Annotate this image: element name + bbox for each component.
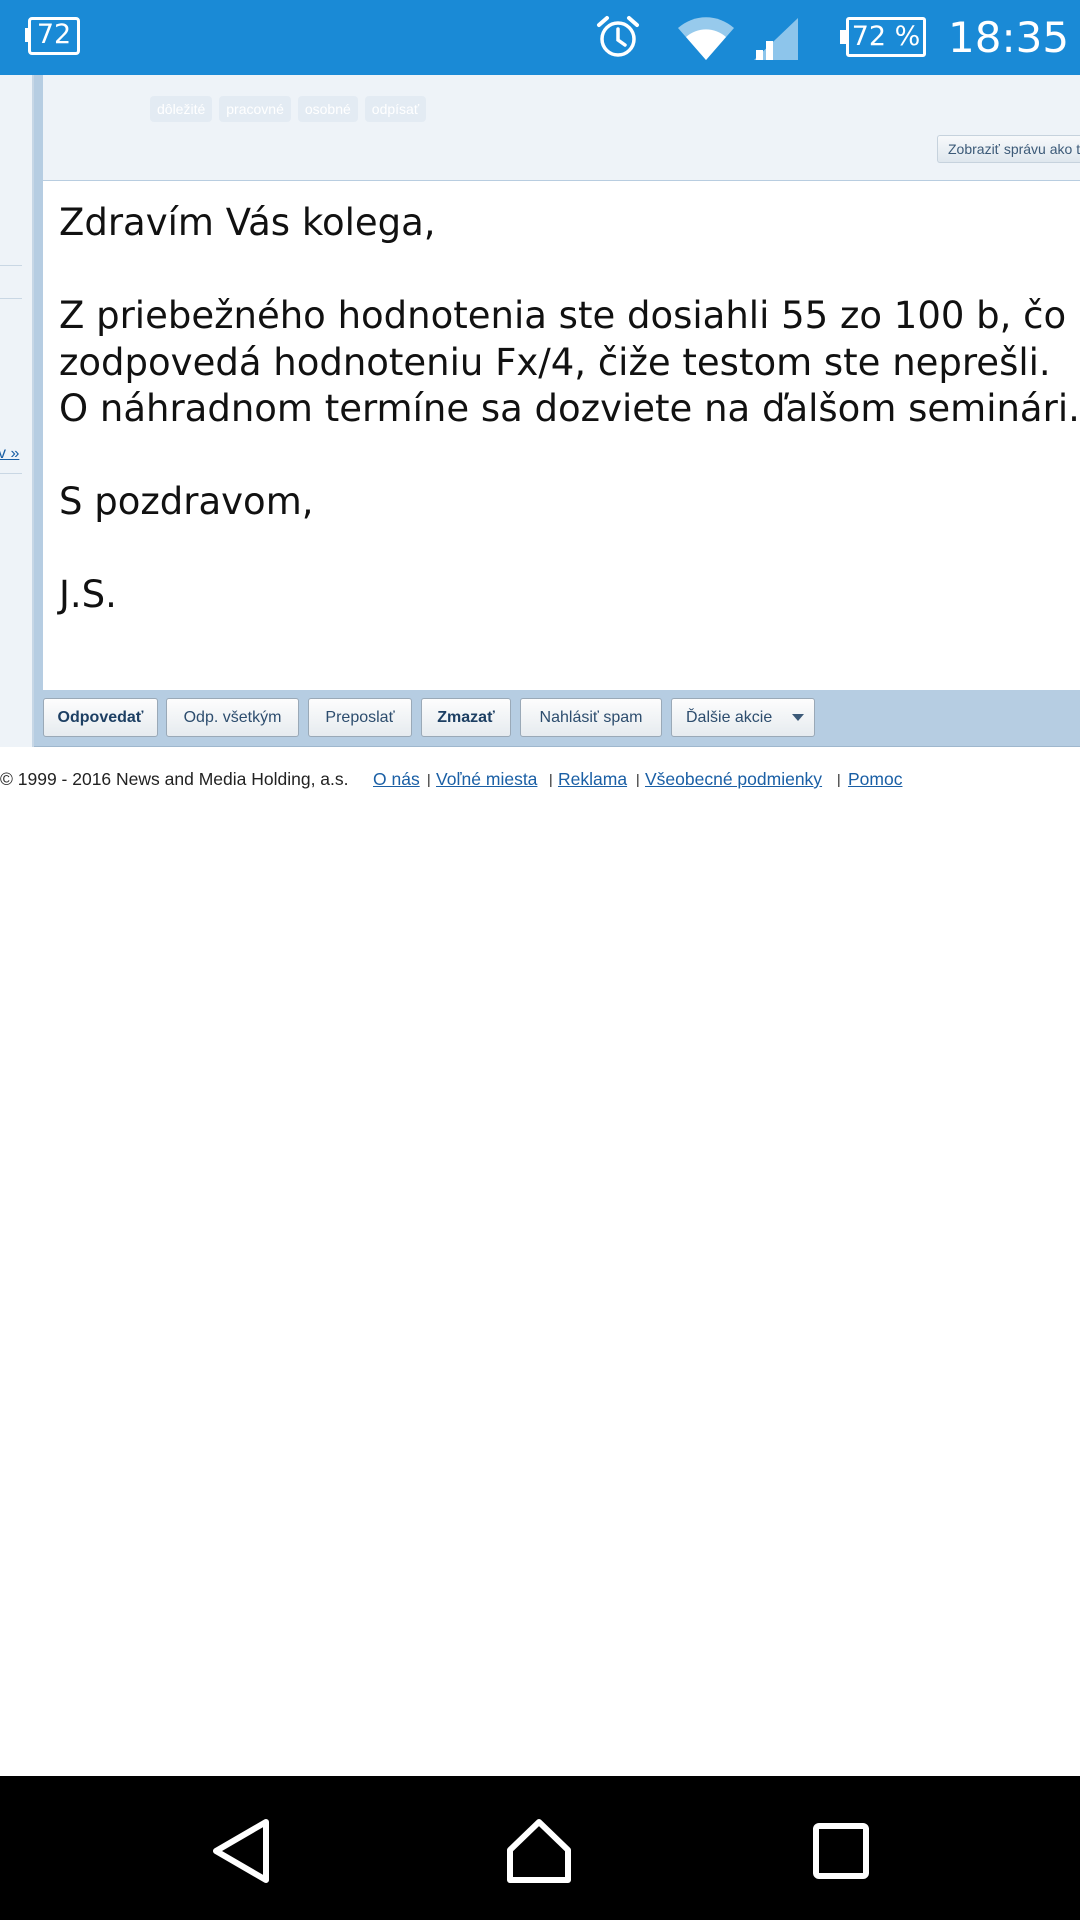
back-icon[interactable] [206, 1816, 276, 1886]
body-line: zodpovedá hodnoteniu Fx/4, čiže testom s… [59, 340, 1051, 384]
reply-button[interactable]: Odpovedať [43, 698, 158, 737]
chevron-down-icon [792, 714, 804, 721]
footer-link-terms[interactable]: Všeobecné podmienky [645, 766, 822, 792]
folder-sidebar: v » [0, 75, 34, 747]
divider [0, 298, 22, 299]
status-bar: 72 72 % 18:35 [0, 0, 1080, 75]
reply-all-button[interactable]: Odp. všetkým [166, 698, 299, 737]
more-actions-label: Ďalšie akcie [686, 709, 773, 726]
more-actions-dropdown[interactable]: Ďalšie akcie [671, 698, 815, 737]
sidebar-more-link[interactable]: v » [0, 445, 19, 463]
message-action-toolbar: Odpovedať Odp. všetkým Preposlať Zmazať … [34, 690, 1080, 747]
cell-signal-icon [754, 18, 798, 60]
divider [0, 265, 22, 266]
label-personal[interactable]: osobné [297, 96, 358, 122]
alarm-icon [597, 16, 639, 57]
page-footer: © 1999 - 2016 News and Media Holding, a.… [0, 766, 1080, 792]
forward-button[interactable]: Preposlať [308, 698, 412, 737]
footer-separator: | [636, 771, 640, 787]
greeting: Zdravím Vás kolega, [59, 201, 436, 244]
clock: 18:35 [948, 13, 1070, 62]
body-line: Z priebežného hodnotenia ste dosiahli 55… [59, 294, 1067, 337]
footer-link-about[interactable]: O nás [373, 766, 420, 792]
footer-link-ads[interactable]: Reklama [558, 766, 627, 792]
battery-percent: 72 % [851, 21, 921, 52]
navigation-bar [0, 1776, 1080, 1920]
divider [0, 473, 22, 474]
label-work[interactable]: pracovné [219, 96, 291, 122]
label-list: dôležité pracovné osobné odpísať [150, 96, 427, 122]
home-icon[interactable] [504, 1816, 574, 1886]
label-reply[interactable]: odpísať [364, 96, 427, 122]
delete-button[interactable]: Zmazať [421, 698, 511, 737]
footer-separator: | [427, 771, 431, 787]
footer-link-help[interactable]: Pomoc [848, 766, 902, 792]
signature: J.S. [59, 573, 117, 616]
footer-separator: | [549, 771, 553, 787]
report-spam-button[interactable]: Nahlásiť spam [520, 698, 662, 737]
closing: S pozdravom, [59, 480, 314, 523]
view-as-text-button[interactable]: Zobraziť správu ako t [937, 135, 1080, 163]
footer-link-jobs[interactable]: Voľné miesta [436, 766, 537, 792]
body-line: O náhradnom termíne sa dozviete na ďalšo… [59, 387, 1080, 430]
footer-separator: | [837, 771, 841, 787]
message-body: Zdravím Vás kolega, Z priebežného hodnot… [43, 182, 1080, 690]
recents-icon[interactable] [806, 1816, 876, 1886]
frame-border [34, 75, 43, 747]
notification-icon: 72 [25, 17, 80, 55]
message-text: Zdravím Vás kolega, Z priebežného hodnot… [59, 200, 1080, 619]
notification-count: 72 [36, 19, 72, 50]
battery-icon: 72 % [840, 17, 926, 57]
copyright: © 1999 - 2016 News and Media Holding, a.… [0, 769, 349, 789]
wifi-icon [678, 17, 734, 60]
message-header: dôležité pracovné osobné odpísať Zobrazi… [43, 75, 1080, 181]
label-important[interactable]: dôležité [150, 96, 213, 122]
